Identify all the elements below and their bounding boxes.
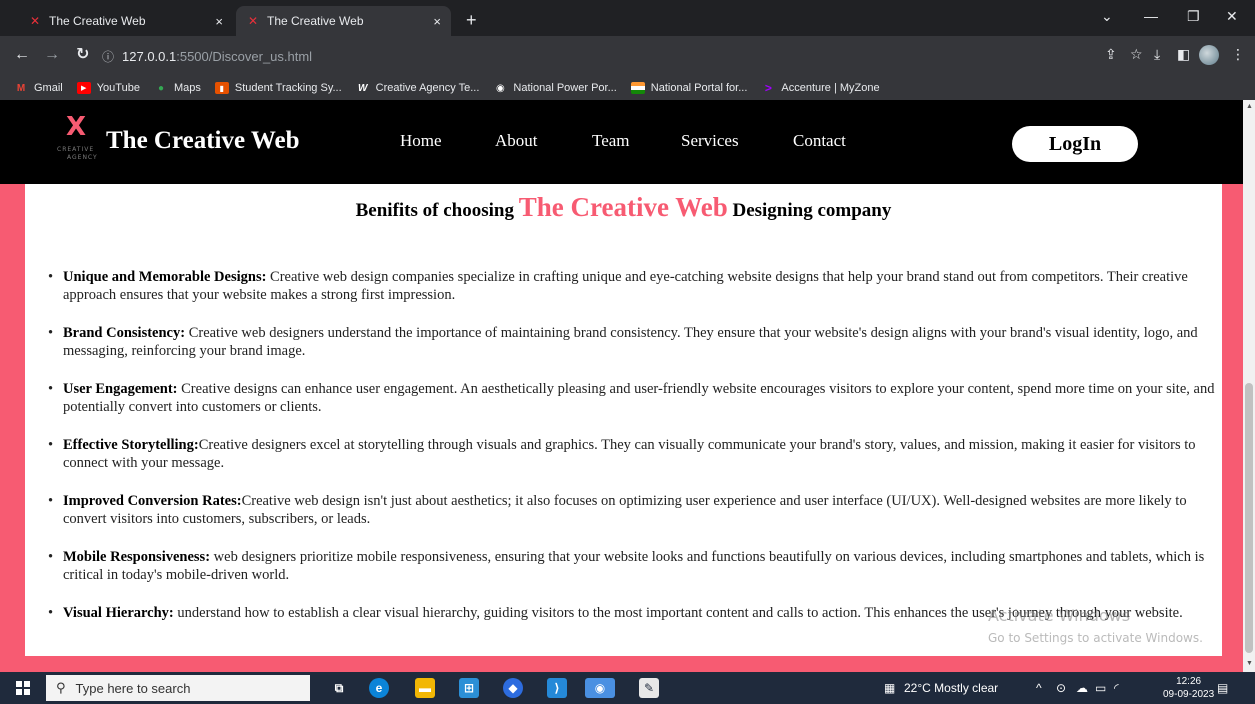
new-tab-icon[interactable]: + xyxy=(466,11,477,29)
search-icon: ⚲ xyxy=(56,680,66,695)
windows-taskbar: ⚲ Type here to search ⧉ e ▬ ⊞ ◆ ⟩ ◉ ✎ ▦ … xyxy=(0,672,1255,704)
site-favicon-icon: ✕ xyxy=(248,14,259,28)
minimize-icon[interactable]: — xyxy=(1144,8,1158,24)
bookmark-maps[interactable]: ● Maps xyxy=(154,82,201,94)
list-item: Brand Consistency: Creative web designer… xyxy=(45,324,1225,380)
chrome-icon[interactable]: ◉ xyxy=(585,678,615,698)
meet-now-icon[interactable]: ⊙ xyxy=(1056,681,1066,695)
system-clock[interactable]: 12:26 09-09-2023 xyxy=(1163,675,1214,701)
forward-arrow-icon[interactable]: → xyxy=(44,46,60,64)
scroll-up-icon[interactable]: ▲ xyxy=(1246,103,1253,110)
nav-team[interactable]: Team xyxy=(592,131,630,151)
address-bar[interactable]: ⓘ 127.0.0.1 :5500/Discover_us.html xyxy=(102,42,1192,70)
maps-pin-icon: ● xyxy=(157,82,164,94)
back-arrow-icon[interactable]: ← xyxy=(14,46,30,64)
section-heading: Benifits of choosing The Creative Web De… xyxy=(355,192,892,222)
nav-about[interactable]: About xyxy=(495,131,538,151)
nav-home[interactable]: Home xyxy=(400,131,442,151)
list-item: Unique and Memorable Designs: Creative w… xyxy=(45,268,1225,324)
list-item: User Engagement: Creative designs can en… xyxy=(45,380,1225,436)
notepad-icon[interactable]: ✎ xyxy=(639,678,659,698)
scrollbar-thumb[interactable] xyxy=(1245,383,1253,653)
weather-text[interactable]: 22°C Mostly clear xyxy=(904,681,998,695)
file-explorer-icon[interactable]: ▬ xyxy=(415,678,435,698)
heading-highlight: The Creative Web xyxy=(518,192,728,222)
side-panel-icon[interactable]: ◧ xyxy=(1177,46,1190,63)
edge-icon[interactable]: e xyxy=(369,678,389,698)
windows-start-icon[interactable] xyxy=(16,681,30,695)
weather-icon[interactable]: ▦ xyxy=(884,681,895,695)
site-info-icon[interactable]: ⓘ xyxy=(102,48,114,65)
w-logo-icon: W xyxy=(357,82,368,94)
chart-icon: ▮ xyxy=(214,82,229,94)
battery-icon[interactable]: ▭ xyxy=(1095,681,1106,695)
bookmark-accenture[interactable]: > Accenture | MyZone xyxy=(761,81,880,95)
activate-windows-watermark: Activate Windows Go to Settings to activ… xyxy=(988,606,1203,645)
tab-title: The Creative Web xyxy=(49,14,146,28)
browser-tab-strip: ✕ The Creative Web × ✕ The Creative Web … xyxy=(0,0,1255,36)
benefits-section: Benifits of choosing The Creative Web De… xyxy=(25,184,1222,656)
task-view-icon[interactable]: ⧉ xyxy=(329,678,349,698)
reload-icon[interactable]: ↻ xyxy=(76,46,89,64)
url-path: :5500/Discover_us.html xyxy=(176,48,313,64)
bookmark-national-portal[interactable]: National Portal for... xyxy=(630,82,747,94)
browser-tab-1[interactable]: ✕ The Creative Web × xyxy=(18,6,233,36)
store-icon[interactable]: ⊞ xyxy=(459,678,479,698)
nav-services[interactable]: Services xyxy=(681,131,739,151)
scroll-down-icon[interactable]: ▼ xyxy=(1246,660,1253,667)
browser-tab-2-active[interactable]: ✕ The Creative Web × xyxy=(236,6,451,36)
bookmark-youtube[interactable]: ▶ YouTube xyxy=(76,82,140,94)
wifi-icon[interactable]: ◜ xyxy=(1114,681,1119,695)
bookmark-creative-agency[interactable]: W Creative Agency Te... xyxy=(356,82,479,94)
list-item: Mobile Responsiveness: web designers pri… xyxy=(45,548,1225,604)
restore-icon[interactable]: ❐ xyxy=(1187,8,1200,25)
india-flag-icon xyxy=(630,82,645,94)
tab-close-icon[interactable]: × xyxy=(433,14,441,29)
page-scrollbar[interactable]: ▲ ▼ xyxy=(1243,100,1255,672)
url-host: 127.0.0.1 xyxy=(122,48,177,64)
logo-figure-icon: X xyxy=(66,112,87,142)
bookmarks-bar: M Gmail ▶ YouTube ● Maps ▮ Student Track… xyxy=(0,76,1255,100)
bookmark-student-tracking[interactable]: ▮ Student Tracking Sy... xyxy=(214,82,342,94)
youtube-icon: ▶ xyxy=(76,82,91,94)
share-icon[interactable]: ⇪ xyxy=(1105,46,1117,63)
site-favicon-icon: ✕ xyxy=(30,14,41,28)
taskbar-search-box[interactable]: ⚲ Type here to search xyxy=(46,675,310,701)
tab-title: The Creative Web xyxy=(267,14,364,28)
tab-search-chevron-icon[interactable]: ⌄ xyxy=(1101,8,1113,25)
download-icon[interactable]: ⤓ xyxy=(1154,46,1160,63)
profile-avatar[interactable] xyxy=(1199,45,1219,65)
brand-name[interactable]: The Creative Web xyxy=(106,127,300,155)
bookmark-national-power[interactable]: ◉ National Power Por... xyxy=(493,82,617,94)
browser-toolbar: ← → ↻ ⓘ 127.0.0.1 :5500/Discover_us.html… xyxy=(0,36,1255,76)
gmail-icon: M xyxy=(16,82,26,94)
accenture-chevron-icon: > xyxy=(764,81,772,95)
bookmark-star-icon[interactable]: ☆ xyxy=(1130,46,1143,63)
window-close-icon[interactable]: ✕ xyxy=(1226,8,1238,25)
login-button[interactable]: LogIn xyxy=(1012,126,1138,162)
nav-contact[interactable]: Contact xyxy=(793,131,846,151)
tray-chevron-up-icon[interactable]: ^ xyxy=(1036,681,1042,695)
page-viewport: X CREATIVE AGENCY The Creative Web Home … xyxy=(0,100,1243,672)
app-icon[interactable]: ◆ xyxy=(503,678,523,698)
benefits-list: Unique and Memorable Designs: Creative w… xyxy=(45,268,1225,660)
list-item: Effective Storytelling:Creative designer… xyxy=(45,436,1225,492)
agency-logo[interactable]: X CREATIVE AGENCY xyxy=(54,112,102,172)
vscode-icon[interactable]: ⟩ xyxy=(547,678,567,698)
site-navbar: X CREATIVE AGENCY The Creative Web Home … xyxy=(0,100,1243,184)
network-icon[interactable]: ☁ xyxy=(1076,681,1088,695)
tab-close-icon[interactable]: × xyxy=(215,14,223,29)
bookmark-gmail[interactable]: M Gmail xyxy=(14,82,63,94)
globe-icon: ◉ xyxy=(496,82,505,94)
list-item: Improved Conversion Rates:Creative web d… xyxy=(45,492,1225,548)
menu-kebab-icon[interactable]: ⋮ xyxy=(1231,46,1245,63)
notifications-icon[interactable]: ▤ xyxy=(1217,681,1228,695)
